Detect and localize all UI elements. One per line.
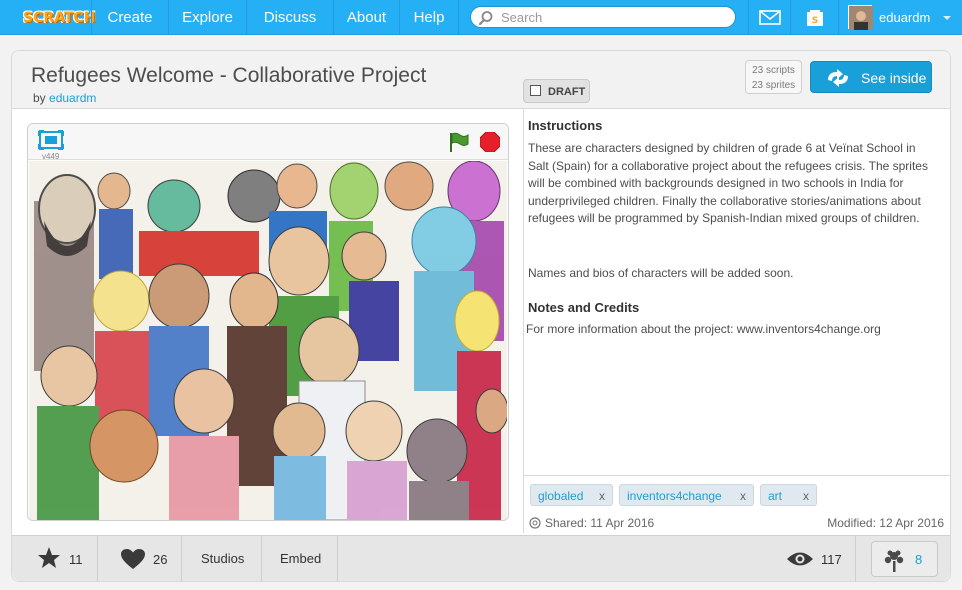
my-stuff-button[interactable]: S [790, 0, 838, 35]
project-byline: by eduardm [33, 91, 96, 105]
modified-date: Modified: 12 Apr 2016 [827, 516, 944, 530]
project-title: Refugees Welcome - Collaborative Project [31, 64, 427, 87]
player-controls: v449 [28, 124, 508, 161]
tag-globaled[interactable]: globaled x [530, 484, 613, 506]
project-header: Refugees Welcome - Collaborative Project… [12, 51, 950, 109]
chevron-down-icon [943, 16, 951, 20]
instructions-heading: Instructions [528, 118, 603, 133]
favorites-count: 11 [69, 552, 83, 567]
project-box: Refugees Welcome - Collaborative Project… [11, 50, 951, 582]
green-flag-icon[interactable] [448, 131, 470, 153]
share-icon [529, 517, 541, 529]
studios-label: Studios [201, 551, 245, 566]
top-nav: SCRATCH Create Explore Discuss About Hel… [0, 0, 962, 35]
project-stats-bar: 11 26 Studios Embed 117 8 [12, 535, 950, 582]
avatar [848, 5, 873, 30]
love-button[interactable]: 26 [98, 536, 182, 582]
views-count: 117 [821, 552, 842, 567]
see-inside-button[interactable]: See inside [810, 61, 932, 93]
project-stage-drawing[interactable] [29, 161, 507, 520]
draft-badge[interactable]: DRAFT [523, 79, 590, 103]
nav-discuss[interactable]: Discuss [246, 0, 333, 35]
envelope-icon [758, 10, 781, 25]
see-inside-arrows-icon [828, 69, 848, 87]
nav-about[interactable]: About [333, 0, 399, 35]
scripts-count: 23 scripts [752, 65, 795, 76]
instructions-text-2: Names and bios of characters will be add… [528, 266, 794, 280]
sprites-count: 23 sprites [751, 80, 796, 91]
username: eduardm [879, 10, 931, 25]
version-label: v449 [42, 152, 60, 161]
instructions-text: These are characters designed by childre… [528, 141, 928, 225]
by-label: by [33, 91, 46, 105]
user-menu[interactable]: eduardm [838, 0, 962, 35]
studios-button[interactable]: Studios [182, 536, 262, 582]
see-inside-label: See inside [861, 70, 927, 86]
nav-create[interactable]: Create [91, 0, 168, 35]
notes-text: For more information about the project: … [526, 322, 881, 336]
remix-tree-icon [884, 550, 904, 572]
remixes-count: 8 [915, 552, 923, 567]
tag-remove-icon[interactable]: x [740, 485, 746, 507]
heart-icon [121, 549, 145, 569]
project-player: v449 [27, 123, 509, 521]
draft-label: DRAFT [548, 86, 586, 98]
tag-inventors4change[interactable]: inventors4change x [619, 484, 754, 506]
tag-label: art [768, 489, 783, 503]
tag-remove-icon[interactable]: x [599, 485, 605, 507]
author-link[interactable]: eduardm [49, 91, 96, 105]
scratch-logo-text: SCRATCH [23, 10, 96, 26]
nav-help[interactable]: Help [399, 0, 459, 35]
tag-art[interactable]: art x [760, 484, 817, 506]
eye-icon [787, 552, 813, 566]
star-icon [38, 547, 60, 568]
remix-tree-button[interactable]: 8 [871, 541, 938, 577]
tag-label: inventors4change [627, 489, 722, 503]
search-input[interactable] [501, 8, 729, 26]
project-counts: 23 scripts 23 sprites [745, 60, 802, 94]
loves-count: 26 [153, 552, 168, 567]
notes-heading: Notes and Credits [528, 300, 640, 315]
nav-explore[interactable]: Explore [168, 0, 246, 35]
folder-icon: S [806, 9, 823, 26]
embed-button[interactable]: Embed [262, 536, 338, 582]
fullscreen-icon[interactable] [38, 130, 64, 150]
messages-button[interactable] [748, 0, 790, 35]
shared-date-text: Shared: 11 Apr 2016 [545, 516, 655, 530]
views-stat: 117 [776, 536, 856, 582]
stop-icon[interactable] [480, 132, 500, 152]
svg-text:S: S [811, 16, 817, 26]
tag-label: globaled [538, 489, 584, 503]
embed-label: Embed [280, 551, 322, 566]
favorite-button[interactable]: 11 [12, 536, 98, 582]
search-box [470, 6, 736, 28]
scratch-logo[interactable]: SCRATCH [10, 4, 95, 30]
tag-remove-icon[interactable]: x [803, 485, 809, 507]
draft-checkbox-icon [530, 85, 541, 96]
search-icon [478, 11, 493, 26]
vertical-divider [523, 109, 524, 533]
